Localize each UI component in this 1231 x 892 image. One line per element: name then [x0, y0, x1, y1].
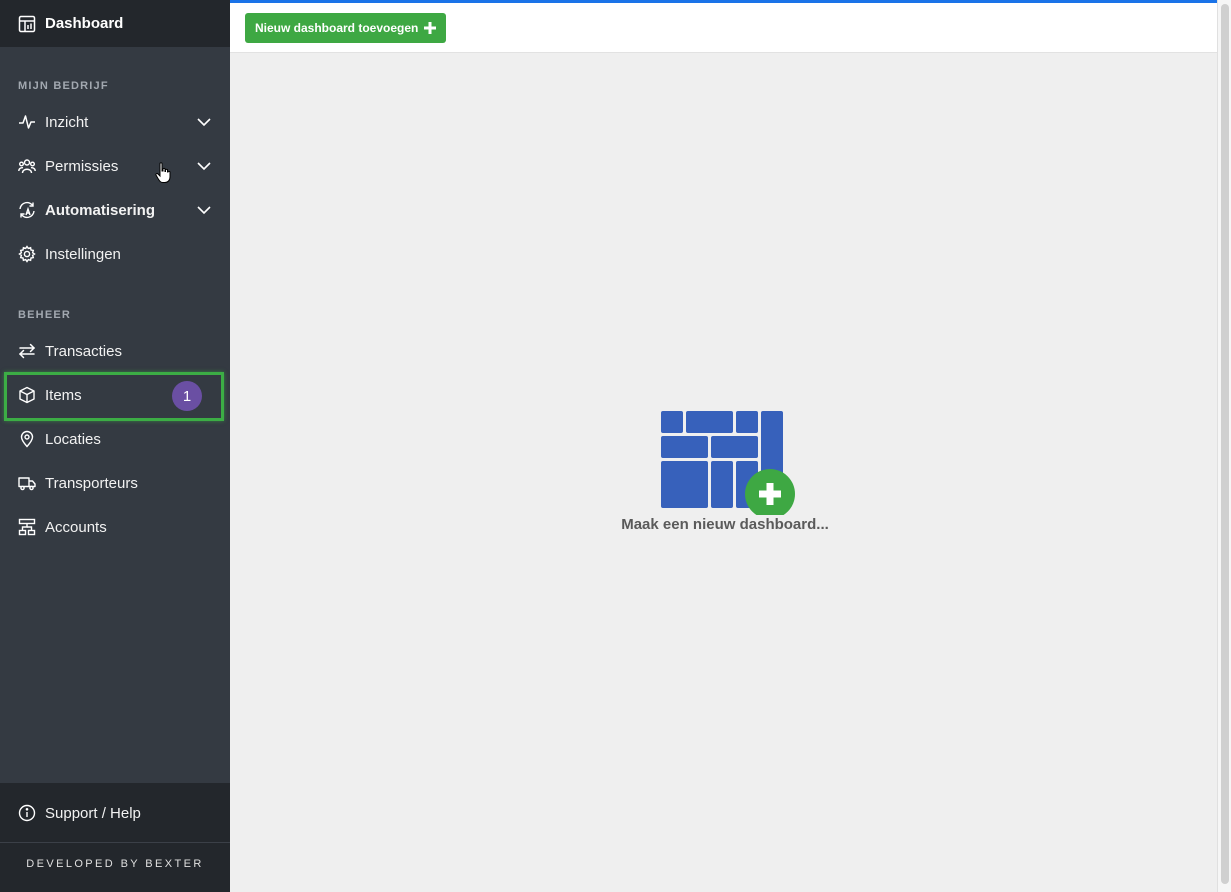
sidebar-footer: Support / Help DEVELOPED BY BEXTER	[0, 783, 230, 892]
info-icon	[18, 804, 36, 822]
sidebar-item-label: Accounts	[45, 518, 107, 536]
empty-state-caption: Maak een nieuw dashboard...	[621, 516, 829, 533]
add-dashboard-label: Nieuw dashboard toevoegen	[255, 21, 419, 35]
sidebar: Dashboard MIJN BEDRIJF Inzicht Permissie…	[0, 0, 230, 892]
sidebar-item-support[interactable]: Support / Help	[0, 793, 230, 833]
chevron-down-icon[interactable]	[196, 202, 212, 218]
dashboard-icon	[18, 15, 36, 33]
accounts-icon	[18, 518, 36, 536]
add-dashboard-button[interactable]: Nieuw dashboard toevoegen	[245, 13, 447, 43]
section-label-company: MIJN BEDRIJF	[18, 80, 109, 92]
automation-icon	[18, 201, 36, 219]
divider	[0, 842, 230, 843]
notification-badge: 1	[172, 381, 202, 411]
box-icon	[18, 386, 36, 404]
sidebar-item-label: Transacties	[45, 342, 122, 360]
sidebar-item-dashboard[interactable]: Dashboard	[0, 0, 230, 47]
sidebar-item-locaties[interactable]: Locaties	[0, 419, 230, 459]
location-pin-icon	[18, 430, 36, 448]
empty-state[interactable]: Maak een nieuw dashboard...	[610, 405, 840, 545]
sidebar-item-label: Inzicht	[45, 113, 89, 131]
main-content: Nieuw dashboard toevoegen Maak een nieuw…	[230, 0, 1231, 892]
sidebar-item-accounts[interactable]: Accounts	[0, 507, 230, 547]
developer-credit: DEVELOPED BY BEXTER	[26, 858, 204, 870]
sidebar-item-label: Permissies	[45, 157, 119, 175]
sidebar-item-label: Dashboard	[45, 15, 124, 32]
sidebar-item-permissies[interactable]: Permissies	[0, 146, 230, 186]
sidebar-item-label: Support / Help	[45, 804, 141, 822]
activity-icon	[18, 113, 36, 131]
users-icon	[18, 157, 36, 175]
sidebar-item-automatisering[interactable]: Automatisering	[0, 190, 230, 230]
chevron-down-icon[interactable]	[196, 114, 212, 130]
sidebar-item-transacties[interactable]: Transacties	[0, 331, 230, 371]
toolbar: Nieuw dashboard toevoegen	[230, 3, 1217, 53]
sidebar-item-label: Transporteurs	[45, 474, 138, 492]
truck-icon	[18, 474, 36, 492]
chevron-down-icon[interactable]	[196, 158, 212, 174]
sidebar-item-label: Automatisering	[45, 201, 156, 219]
section-label-manage: BEHEER	[18, 309, 72, 321]
arrows-icon	[18, 342, 36, 360]
dashboard-grid-icon	[661, 411, 795, 515]
sidebar-item-label: Items	[45, 386, 82, 404]
vertical-scrollbar[interactable]	[1217, 0, 1231, 892]
plus-icon	[424, 22, 437, 34]
sidebar-item-label: Locaties	[45, 430, 101, 448]
hand-cursor-icon	[155, 162, 171, 183]
gear-icon	[18, 245, 36, 263]
sidebar-item-label: Instellingen	[45, 245, 121, 263]
sidebar-item-inzicht[interactable]: Inzicht	[0, 102, 230, 142]
sidebar-item-instellingen[interactable]: Instellingen	[0, 234, 230, 274]
sidebar-item-transporteurs[interactable]: Transporteurs	[0, 463, 230, 503]
scrollbar-thumb[interactable]	[1221, 4, 1229, 884]
